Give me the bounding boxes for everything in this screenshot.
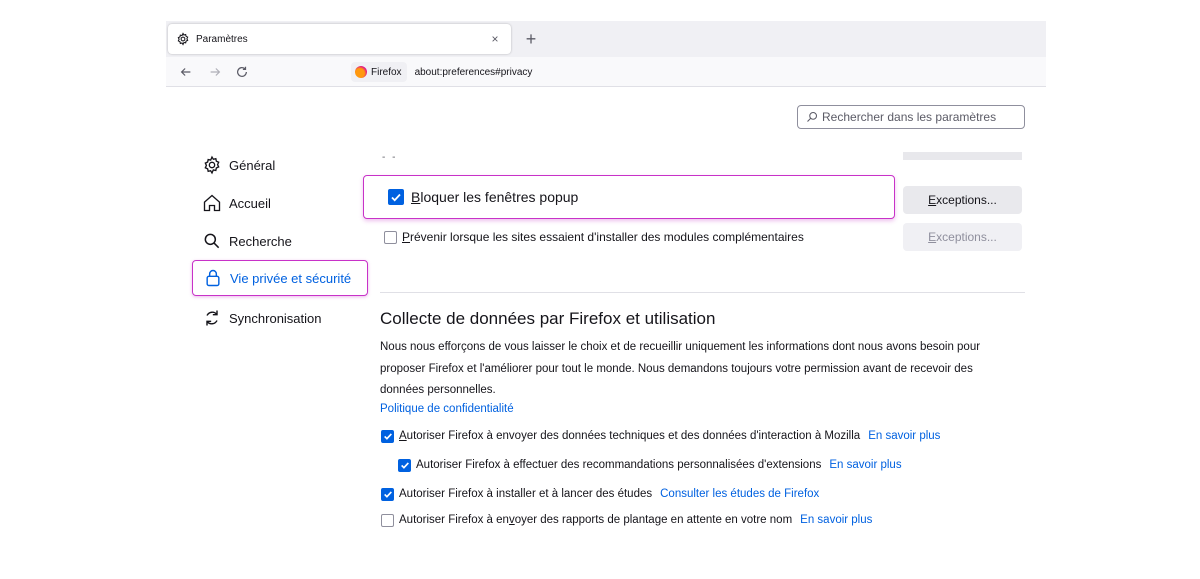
- section-divider: [380, 292, 1025, 293]
- studies-checkbox[interactable]: [381, 487, 394, 501]
- recommendations-label: Autoriser Firefox à effectuer des recomm…: [416, 459, 822, 471]
- block-popups-checkbox[interactable]: [388, 189, 404, 205]
- checkmark-icon: [383, 433, 392, 440]
- sidebar-item-home[interactable]: Accueil: [192, 185, 368, 221]
- sidebar-item-label: Vie privée et sécurité: [230, 270, 352, 286]
- gear-icon: [176, 32, 190, 46]
- recommendations-checkbox[interactable]: [398, 458, 411, 472]
- privacy-policy-link[interactable]: Politique de confidentialité: [380, 403, 514, 415]
- url-bar[interactable]: Firefox about:preferences#privacy: [351, 61, 532, 83]
- settings-search[interactable]: [797, 105, 1025, 129]
- identity-box[interactable]: Firefox: [351, 62, 407, 82]
- crash-reports-option[interactable]: Autoriser Firefox à envoyer des rapports…: [381, 512, 872, 528]
- checkmark-icon: [400, 462, 409, 469]
- studies-link[interactable]: Consulter les études de Firefox: [660, 488, 819, 500]
- url-text[interactable]: about:preferences#privacy: [415, 67, 533, 78]
- warn-addons-checkbox[interactable]: [384, 230, 397, 244]
- forward-button[interactable]: [205, 62, 225, 82]
- back-button[interactable]: [176, 62, 196, 82]
- new-tab-button[interactable]: +: [520, 28, 542, 50]
- sidebar-item-label: Accueil: [229, 195, 271, 211]
- sidebar-item-privacy[interactable]: Vie privée et sécurité: [192, 260, 368, 296]
- recommendations-learn-more-link[interactable]: En savoir plus: [829, 459, 901, 471]
- telemetry-checkbox[interactable]: [381, 429, 394, 443]
- block-popups-row[interactable]: Bloquer les fenêtres popup: [363, 175, 895, 219]
- crash-reports-learn-more-link[interactable]: En savoir plus: [800, 514, 872, 526]
- data-collection-description: Nous nous efforçons de vous laisser le c…: [380, 341, 981, 396]
- clipped-text: - -: [382, 152, 398, 163]
- reload-icon: [237, 66, 247, 77]
- identity-label: Firefox: [371, 66, 402, 78]
- addons-exceptions-button[interactable]: Exceptions...: [903, 223, 1022, 251]
- gear-icon: [202, 155, 222, 175]
- sidebar-item-general[interactable]: Général: [192, 147, 368, 183]
- sidebar-item-label: Synchronisation: [229, 310, 322, 326]
- firefox-logo-icon: [355, 66, 367, 78]
- home-icon: [202, 193, 222, 213]
- tab-bar: Paramètres × +: [166, 21, 1046, 57]
- sidebar-item-label: Général: [229, 157, 276, 173]
- block-popups-label: Bloquer les fenêtres popup: [411, 189, 579, 205]
- clipped-button[interactable]: [903, 152, 1022, 160]
- lock-icon: [203, 268, 223, 288]
- crash-reports-label: Autoriser Firefox à envoyer des rapports…: [399, 514, 793, 526]
- warn-addons-row[interactable]: Prévenir lorsque les sites essaient d'in…: [384, 230, 804, 244]
- tab-settings[interactable]: Paramètres ×: [168, 24, 511, 54]
- navigation-bar: Firefox about:preferences#privacy: [166, 57, 1046, 87]
- sidebar-item-sync[interactable]: Synchronisation: [192, 300, 368, 336]
- sidebar-item-label: Recherche: [229, 233, 292, 249]
- tab-title: Paramètres: [196, 33, 248, 45]
- reload-button[interactable]: [232, 62, 252, 82]
- arrow-right-icon: [210, 68, 221, 76]
- checkmark-icon: [391, 193, 401, 202]
- telemetry-option[interactable]: Autoriser Firefox à envoyer des données …: [381, 428, 940, 444]
- warn-addons-label: Prévenir lorsque les sites essaient d'in…: [402, 230, 804, 244]
- studies-option[interactable]: Autoriser Firefox à installer et à lance…: [381, 486, 819, 502]
- crash-reports-checkbox[interactable]: [381, 513, 394, 527]
- close-icon[interactable]: ×: [487, 32, 503, 46]
- search-input[interactable]: [822, 110, 1012, 124]
- arrow-left-icon: [180, 68, 191, 76]
- recommendations-option[interactable]: Autoriser Firefox à effectuer des recomm…: [398, 457, 902, 473]
- sync-icon: [202, 308, 222, 328]
- data-collection-title: Collecte de données par Firefox et utili…: [380, 309, 716, 328]
- clipped-row: - -: [382, 152, 1022, 163]
- search-icon: [806, 111, 818, 123]
- telemetry-learn-more-link[interactable]: En savoir plus: [868, 430, 940, 442]
- sidebar-item-search[interactable]: Recherche: [192, 223, 368, 259]
- studies-label: Autoriser Firefox à installer et à lance…: [399, 488, 653, 500]
- checkmark-icon: [383, 491, 392, 498]
- telemetry-label: Autoriser Firefox à envoyer des données …: [399, 430, 861, 442]
- search-icon: [202, 231, 222, 251]
- popup-exceptions-button[interactable]: Exceptions...: [903, 186, 1022, 214]
